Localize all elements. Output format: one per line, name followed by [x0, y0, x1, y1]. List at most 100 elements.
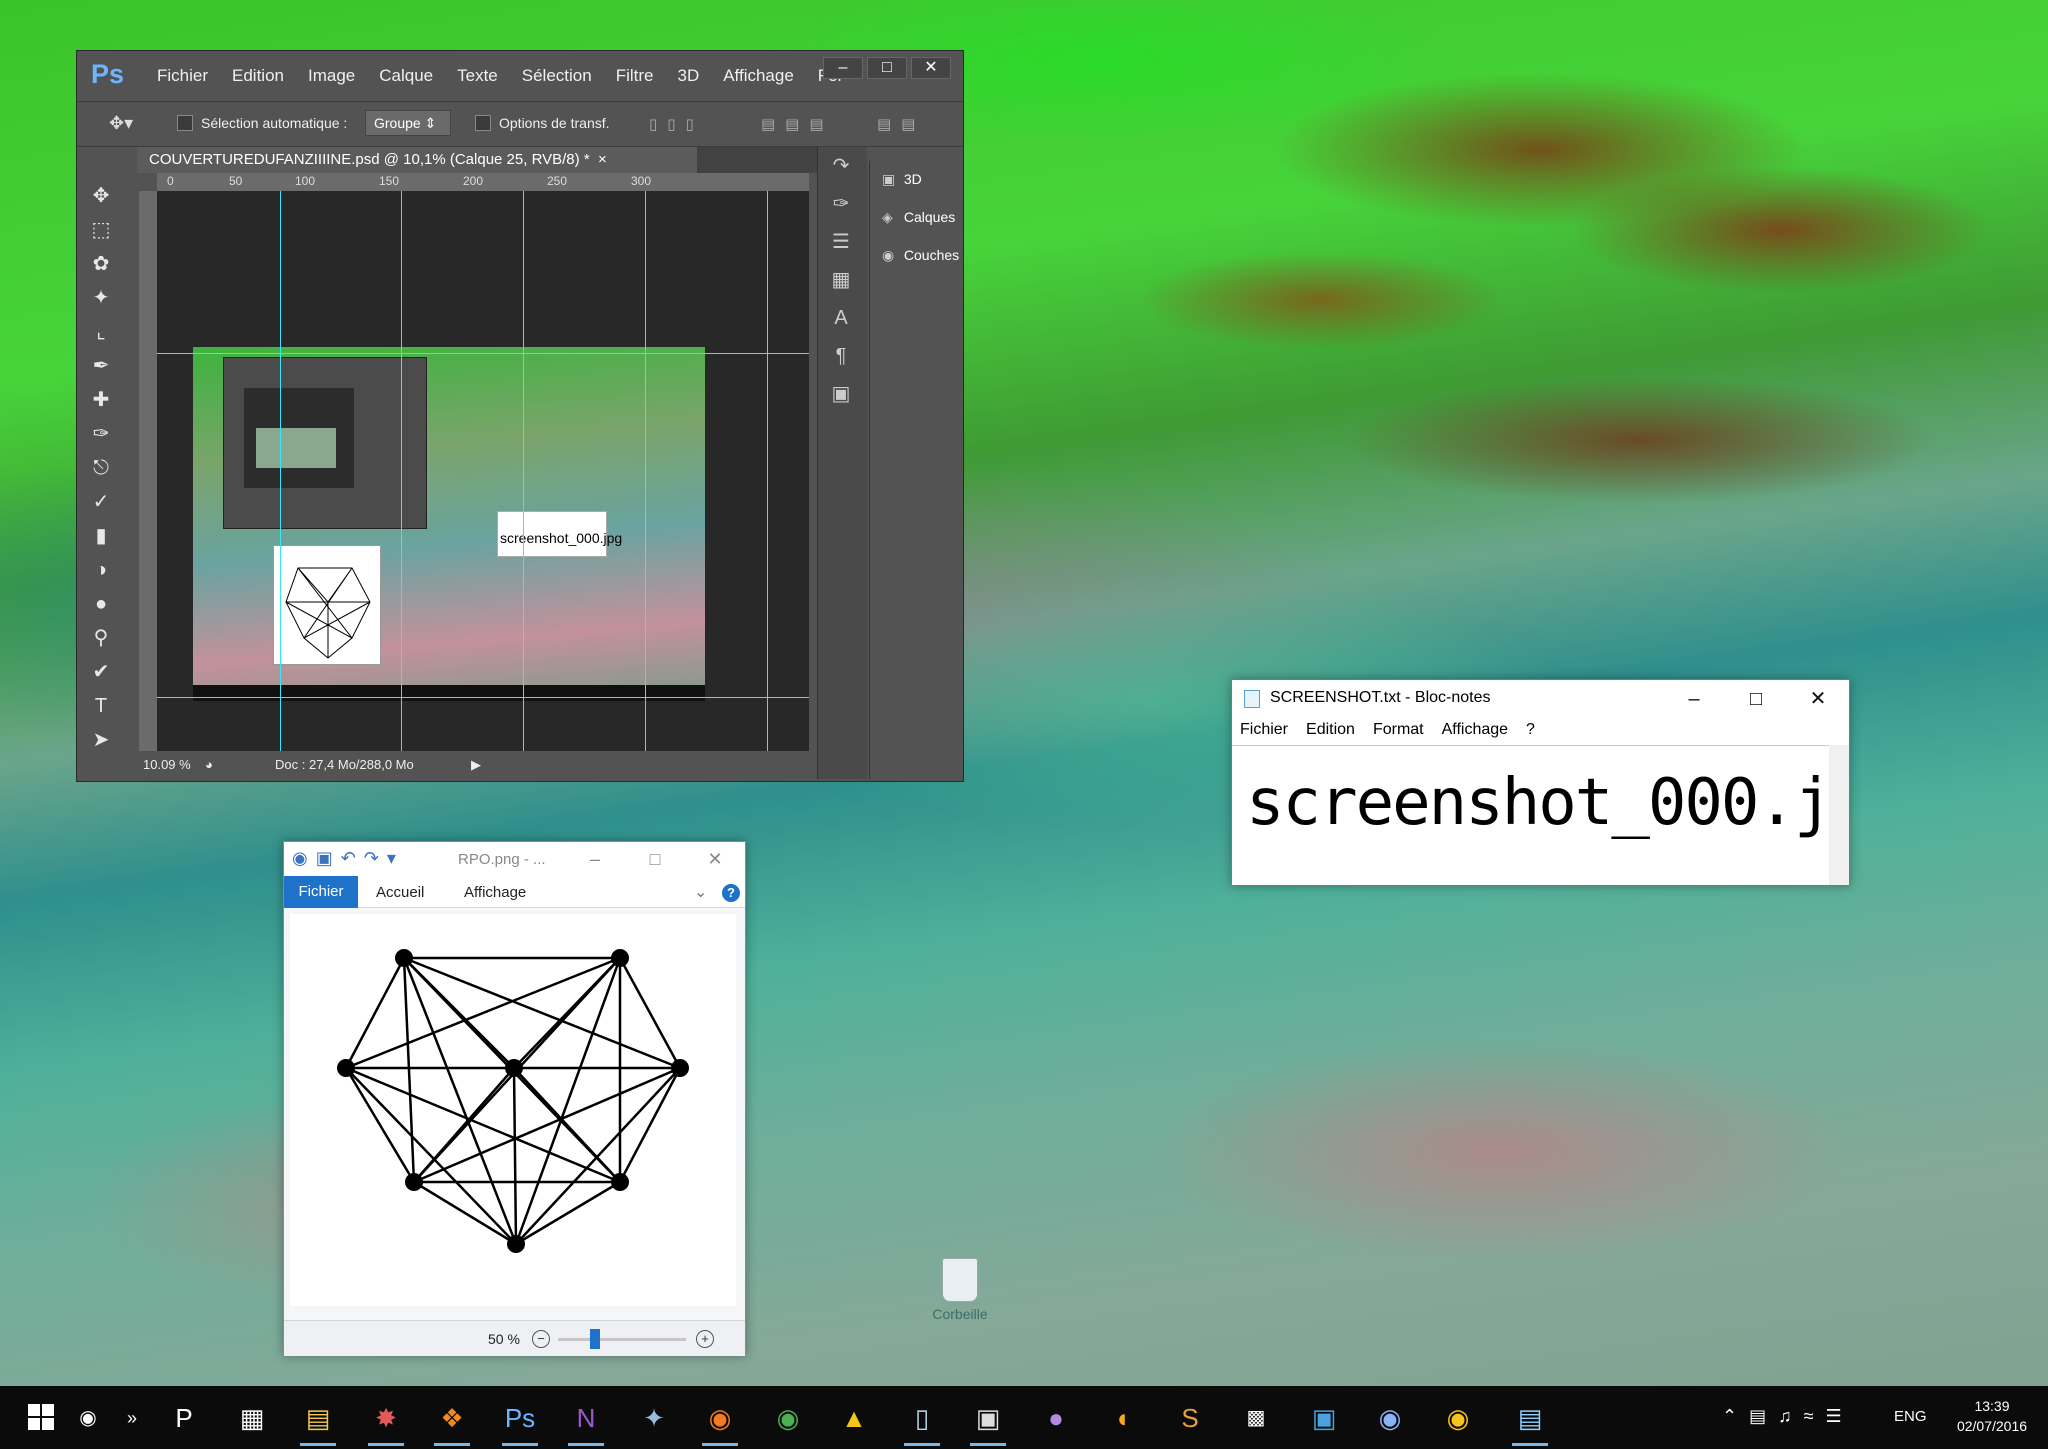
cortana-icon[interactable]: ◉ — [66, 1396, 110, 1440]
recycle-bin[interactable]: Corbeille — [912, 1258, 1008, 1322]
tool-presets-panel-icon[interactable]: ▣ — [818, 375, 864, 413]
ps-document-canvas[interactable]: screenshot_000.jpg — [193, 347, 705, 701]
ps-close-button[interactable]: ✕ — [911, 57, 951, 79]
lasso-tool-icon[interactable]: ✿ — [79, 247, 123, 281]
history-panel-icon[interactable]: ↷ — [818, 147, 864, 185]
paint-maximize-button[interactable]: □ — [625, 842, 685, 876]
properties-panel-icon[interactable]: ▦ — [818, 261, 864, 299]
window-app-icon[interactable]: ▣ — [1302, 1396, 1346, 1440]
help-icon[interactable]: ? — [722, 884, 740, 902]
notepad-titlebar[interactable]: SCREENSHOT.txt - Bloc-notes – □ ✕ — [1232, 680, 1849, 718]
blur-tool-icon[interactable]: ● — [79, 587, 123, 621]
photoshop-window[interactable]: Ps Fichier Edition Image Calque Texte Sé… — [76, 50, 964, 782]
save-icon[interactable]: ▣ — [316, 848, 341, 868]
ps-menu-image[interactable]: Image — [296, 66, 367, 86]
character-panel-icon[interactable]: A — [818, 299, 864, 337]
taskbar-clock[interactable]: 13:39 02/07/2016 — [1950, 1396, 2034, 1436]
recycle-bin-icon[interactable] — [942, 1258, 978, 1302]
magic-wand-tool-icon[interactable]: ✦ — [79, 281, 123, 315]
ps-menu-selection[interactable]: Sélection — [510, 66, 604, 86]
image-viewer-icon[interactable]: ▤ — [1508, 1396, 1552, 1446]
zoom-in-button[interactable]: + — [696, 1330, 714, 1348]
healing-brush-tool-icon[interactable]: ✚ — [79, 383, 123, 417]
calculator-icon[interactable]: ▦ — [230, 1396, 274, 1440]
group-select[interactable]: Groupe ⇕ — [365, 110, 451, 136]
ps-maximize-button[interactable]: □ — [867, 57, 907, 79]
ps-menu-filtre[interactable]: Filtre — [604, 66, 666, 86]
notepad-scrollbar[interactable] — [1829, 745, 1849, 885]
paragraph-panel-icon[interactable]: ¶ — [818, 337, 864, 375]
eyedropper-tool-icon[interactable]: ✒ — [79, 349, 123, 383]
notepad-menu-fichier[interactable]: Fichier — [1232, 718, 1298, 744]
ps-minimize-button[interactable]: – — [823, 57, 863, 79]
zoom-slider-track[interactable] — [558, 1338, 686, 1341]
distribute-icons[interactable]: ▤▤▤ — [761, 115, 834, 133]
paint-window[interactable]: ◉▣↶↷▾ RPO.png - ... – □ ✕ Fichier Accuei… — [283, 841, 746, 1356]
network-icon[interactable]: ▤ — [1749, 1406, 1778, 1426]
paint-app-icon[interactable]: ◉ — [1436, 1396, 1480, 1440]
start-button[interactable] — [28, 1404, 54, 1430]
notepad-menu-help[interactable]: ? — [1518, 718, 1545, 744]
eraser-tool-icon[interactable]: ▮ — [79, 519, 123, 553]
photoshop-taskbar-icon[interactable]: Ps — [498, 1396, 542, 1446]
paint-tab-affichage[interactable]: Affichage — [464, 884, 526, 901]
panel-3d[interactable]: ▣ 3D — [870, 161, 963, 199]
share-icon[interactable]: ◕ — [205, 757, 213, 772]
ps-menu-calque[interactable]: Calque — [367, 66, 445, 86]
paint-tab-fichier[interactable]: Fichier — [284, 876, 358, 908]
sublime-icon[interactable]: S — [1168, 1396, 1212, 1440]
stamp-tool-icon[interactable]: ⎋ — [79, 451, 123, 485]
type-tool-icon[interactable]: T — [79, 689, 123, 723]
utility-app-icon[interactable]: ❖ — [430, 1396, 474, 1446]
chrome-icon[interactable]: ◉ — [766, 1396, 810, 1440]
more-icon[interactable]: » — [110, 1396, 154, 1440]
marquee-tool-icon[interactable]: ⬚ — [79, 213, 123, 247]
dodge-tool-icon[interactable]: ⚲ — [79, 621, 123, 655]
status-arrow-icon[interactable]: ▶ — [471, 757, 481, 773]
zoom-level[interactable]: 10.09 % — [143, 757, 191, 772]
panel-calques[interactable]: ◈ Calques — [870, 199, 963, 237]
app-icon[interactable]: ● — [1034, 1396, 1078, 1440]
notepad-menu-affichage[interactable]: Affichage — [1434, 718, 1518, 744]
auto-select-checkbox[interactable] — [177, 115, 193, 131]
path-selection-tool-icon[interactable]: ➤ — [79, 723, 123, 757]
adjustments-panel-icon[interactable]: ☰ — [818, 223, 864, 261]
notepad-close-button[interactable]: ✕ — [1787, 680, 1849, 718]
notepad-menu-edition[interactable]: Edition — [1298, 718, 1365, 744]
paint-canvas[interactable] — [290, 914, 736, 1306]
notepad-maximize-button[interactable]: □ — [1725, 680, 1787, 718]
notepad-menu-format[interactable]: Format — [1365, 718, 1434, 744]
zoom-out-button[interactable]: − — [532, 1330, 550, 1348]
onenote-icon[interactable]: N — [564, 1396, 608, 1446]
firefox-icon[interactable]: ◉ — [698, 1396, 742, 1446]
zoom-slider-thumb[interactable] — [590, 1329, 600, 1349]
paint-close-button[interactable]: ✕ — [685, 842, 745, 876]
terminal-icon[interactable]: ▩ — [1234, 1396, 1278, 1440]
crop-tool-icon[interactable]: ⌞ — [79, 315, 123, 349]
chevron-down-icon[interactable]: ⌄ — [694, 882, 707, 902]
redo-icon[interactable]: ↷ — [364, 848, 387, 868]
notepad-text-area[interactable]: screenshot_000.jpg — [1232, 745, 1830, 885]
notepad-minimize-button[interactable]: – — [1663, 680, 1725, 718]
move-tool-icon[interactable]: ✥ — [79, 179, 123, 213]
brush-tool-icon[interactable]: ✑ — [79, 417, 123, 451]
file-explorer-icon[interactable]: ▤ — [296, 1396, 340, 1446]
notepad-window[interactable]: SCREENSHOT.txt - Bloc-notes – □ ✕ Fichie… — [1231, 679, 1850, 886]
paint-titlebar[interactable]: ◉▣↶↷▾ RPO.png - ... – □ ✕ — [284, 842, 745, 876]
blender-icon[interactable]: ◖ — [1100, 1396, 1144, 1440]
paint-minimize-button[interactable]: – — [565, 842, 625, 876]
ps-canvas-area[interactable]: screenshot_000.jpg — [157, 191, 809, 751]
ps-menu-texte[interactable]: Texte — [445, 66, 510, 86]
brush-panel-icon[interactable]: ✑ — [818, 185, 864, 223]
transform-options-checkbox[interactable] — [475, 115, 491, 131]
ps-menu-edition[interactable]: Edition — [220, 66, 296, 86]
ps-menu-fichier[interactable]: Fichier — [145, 66, 220, 86]
undo-icon[interactable]: ↶ — [341, 848, 364, 868]
volume-icon[interactable]: ♫ — [1778, 1406, 1804, 1426]
chevron-up-icon[interactable]: ⌃ — [1722, 1406, 1749, 1426]
customize-icon[interactable]: ▾ — [387, 848, 404, 868]
system-tray[interactable]: ⌃▤♫≈☰ — [1722, 1406, 1854, 1427]
move-tool-icon[interactable]: ✥▾ — [109, 113, 133, 134]
vector-app-icon[interactable]: ✸ — [364, 1396, 408, 1446]
app-icon[interactable]: ▲ — [832, 1396, 876, 1440]
